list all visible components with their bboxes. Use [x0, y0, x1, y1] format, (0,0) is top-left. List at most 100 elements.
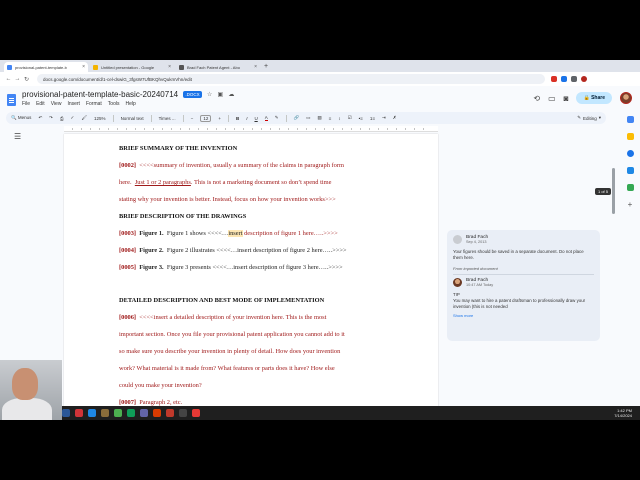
undo-icon[interactable]: ↶: [38, 115, 42, 121]
editing-mode-select[interactable]: ✎ Editing ▾: [577, 115, 601, 121]
docs-header: provisional-patent-template-basic-202407…: [0, 86, 640, 112]
font-size-input[interactable]: 12: [200, 114, 212, 122]
add-addon-icon[interactable]: +: [628, 201, 633, 209]
maps-icon[interactable]: [626, 184, 634, 191]
extension-icon[interactable]: [551, 76, 557, 82]
menu-edit[interactable]: Edit: [36, 101, 45, 107]
clear-format-icon[interactable]: ✗: [393, 115, 397, 121]
history-icon[interactable]: ⟲: [533, 94, 540, 103]
account-avatar[interactable]: [620, 92, 632, 104]
close-icon[interactable]: ×: [168, 64, 171, 70]
paint-format-icon[interactable]: 🖌: [81, 115, 87, 121]
star-icon[interactable]: ☆: [207, 91, 212, 98]
docs-favicon-icon: [7, 64, 12, 70]
numbered-list-icon[interactable]: 1≡: [370, 116, 375, 121]
keep-icon[interactable]: [626, 133, 634, 140]
taskbar-app-icon[interactable]: [88, 409, 96, 417]
tasks-icon[interactable]: [626, 150, 634, 157]
menu-tools[interactable]: Tools: [108, 101, 120, 107]
print-icon[interactable]: ⎙: [60, 116, 64, 121]
menu-help[interactable]: Help: [125, 101, 135, 107]
highlight-icon[interactable]: ✎: [275, 115, 279, 121]
figure-label: Figure 2.: [139, 247, 164, 254]
browser-tab-website[interactable]: Brad Fach Patent Agent - Abo ×: [176, 62, 260, 72]
divider: [285, 114, 287, 122]
paragraph-text: description of figure 1 here…..>>>>: [242, 230, 338, 237]
forward-icon[interactable]: →: [13, 76, 22, 82]
bold-button[interactable]: B: [236, 116, 239, 121]
ruler[interactable]: [64, 126, 438, 132]
indent-icon[interactable]: ⇥: [382, 115, 386, 121]
font-size-increase[interactable]: +: [218, 116, 221, 121]
taskbar-app-icon[interactable]: [192, 409, 200, 417]
formatting-toolbar: 🔍 Menus ↶ ↷ ⎙ ✓ 🖌 125% Normal text Times…: [6, 112, 606, 124]
cloud-icon[interactable]: ☁: [228, 91, 234, 98]
zoom-select[interactable]: 125%: [94, 116, 106, 121]
taskbar-app-icon[interactable]: [127, 409, 135, 417]
text-color-button[interactable]: A: [264, 115, 268, 121]
outline-icon[interactable]: ☰: [14, 132, 21, 141]
browser-tab-slides[interactable]: Untitled presentation - Google ×: [90, 62, 174, 72]
share-button[interactable]: 🔒 Share: [576, 92, 612, 104]
show-more-link[interactable]: Show more: [453, 313, 594, 318]
font-size-decrease[interactable]: −: [191, 116, 194, 121]
close-icon[interactable]: ×: [82, 64, 85, 70]
menu-insert[interactable]: Insert: [67, 101, 80, 107]
close-icon[interactable]: ×: [254, 64, 257, 70]
image-icon[interactable]: ▨: [317, 115, 321, 121]
url-input[interactable]: docs.google.com/document/d/1-cel-dswiG_3…: [37, 74, 545, 84]
taskbar-app-icon[interactable]: [114, 409, 122, 417]
vertical-scrollbar[interactable]: [612, 168, 615, 214]
paragraph-0004: [0004] Figure 2. Figure 2 illustrates <<…: [119, 242, 389, 259]
presenter-body: [2, 398, 52, 420]
underline-button[interactable]: U: [254, 116, 257, 121]
style-select[interactable]: Normal text: [121, 116, 144, 121]
checklist-icon[interactable]: ☑: [348, 115, 352, 121]
menu-file[interactable]: File: [22, 101, 30, 107]
document-title[interactable]: provisional-patent-template-basic-202407…: [22, 90, 178, 99]
spellcheck-icon[interactable]: ✓: [71, 115, 75, 121]
menu-format[interactable]: Format: [86, 101, 102, 107]
heading-brief-description: BRIEF DESCRIPTION OF THE DRAWINGS: [119, 213, 247, 220]
taskbar-app-icon[interactable]: [62, 409, 70, 417]
docs-logo-icon[interactable]: [7, 94, 16, 106]
bullet-list-icon[interactable]: •≡: [359, 116, 363, 121]
extension-icon[interactable]: [581, 76, 587, 82]
menu-view[interactable]: View: [51, 101, 62, 107]
extension-icon[interactable]: [561, 76, 567, 82]
comment-icon[interactable]: ▭: [306, 115, 310, 121]
reply-date: 10:47 AM Today: [466, 283, 494, 287]
calendar-icon[interactable]: [626, 116, 634, 123]
browser-tab-docs[interactable]: provisional-patent-template-b ×: [4, 62, 88, 72]
system-clock[interactable]: 1:42 PM 7/14/2024: [614, 408, 632, 418]
menus-search[interactable]: 🔍 Menus: [11, 115, 31, 121]
comments-icon[interactable]: ▭: [548, 94, 556, 103]
taskbar-app-icon[interactable]: [166, 409, 174, 417]
italic-button[interactable]: I: [246, 116, 247, 121]
move-icon[interactable]: ▣: [217, 91, 223, 98]
taskbar-app-icon[interactable]: [140, 409, 148, 417]
redo-icon[interactable]: ↷: [49, 115, 53, 121]
document-body[interactable]: BRIEF SUMMARY OF THE INVENTION [0002] <<…: [119, 140, 389, 411]
taskbar-app-icon[interactable]: [153, 409, 161, 417]
taskbar-app-icon[interactable]: [101, 409, 109, 417]
taskbar-app-icon[interactable]: [179, 409, 187, 417]
os-taskbar: 1:42 PM 7/14/2024: [0, 406, 640, 420]
contacts-icon[interactable]: [626, 167, 634, 174]
commented-text[interactable]: insert: [228, 230, 243, 237]
reply-body: You may want to hire a patent draftsman …: [453, 298, 586, 309]
meet-icon[interactable]: ◙: [564, 94, 569, 103]
menu-bar: File Edit View Insert Format Tools Help: [22, 101, 136, 107]
taskbar-app-icon[interactable]: [75, 409, 83, 417]
align-icon[interactable]: ≡: [329, 116, 332, 121]
extension-icon[interactable]: [571, 76, 577, 82]
comment-thread[interactable]: Brad Fach Sep 4, 2013 Your figures shoul…: [447, 230, 600, 341]
link-icon[interactable]: 🔗: [294, 115, 300, 121]
document-page[interactable]: BRIEF SUMMARY OF THE INVENTION [0002] <<…: [64, 134, 438, 420]
back-icon[interactable]: ←: [4, 76, 13, 82]
reload-icon[interactable]: ↻: [22, 76, 31, 83]
font-select[interactable]: Times ...: [159, 116, 176, 121]
line-spacing-icon[interactable]: ↕: [338, 116, 340, 121]
new-tab-button[interactable]: +: [264, 62, 268, 72]
paragraph-text: Paragraph 2, etc.: [139, 399, 183, 406]
